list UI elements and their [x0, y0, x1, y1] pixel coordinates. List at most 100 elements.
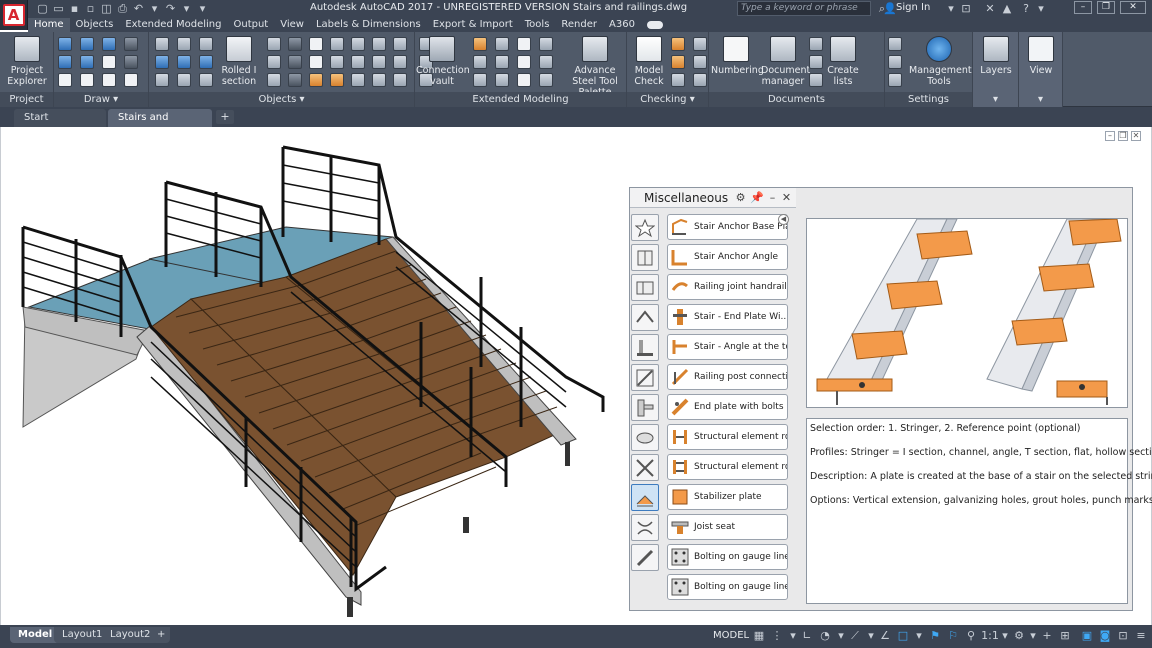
undo-icon[interactable]: ↶: [132, 2, 145, 15]
grid-holes-icon[interactable]: [372, 55, 386, 69]
restore-button[interactable]: ❐: [1097, 1, 1115, 14]
panel-title-checking[interactable]: Checking ▾: [627, 92, 708, 107]
annotation-monitor-icon[interactable]: +: [1040, 629, 1054, 643]
panel-title-draw[interactable]: Draw ▾: [54, 92, 148, 107]
tab-view[interactable]: View: [274, 18, 310, 32]
autodesk360-icon[interactable]: ▲: [1000, 2, 1014, 15]
cage-ladder-icon[interactable]: [495, 37, 509, 51]
weld-line-icon[interactable]: [393, 55, 407, 69]
grid-bolts-icon[interactable]: [351, 55, 365, 69]
quick-properties-icon[interactable]: ▣: [1080, 629, 1094, 643]
save-icon[interactable]: ▪: [68, 2, 81, 15]
object-snap-dropdown-icon[interactable]: ▾: [912, 629, 926, 643]
special-part-dropdown-icon[interactable]: [288, 73, 302, 87]
clash-report-icon[interactable]: [693, 37, 707, 51]
tool-end-plate-with-bolts[interactable]: End plate with bolts: [667, 394, 788, 420]
scale-dropdown-icon[interactable]: ▾: [998, 629, 1012, 643]
category-connections[interactable]: [631, 514, 659, 541]
viewport-close-icon[interactable]: ✕: [1131, 131, 1141, 141]
shorten-icon[interactable]: [330, 73, 344, 87]
category-truss[interactable]: [631, 304, 659, 331]
spiral-stair-icon[interactable]: [495, 73, 509, 87]
cart-icon[interactable]: ⊡: [959, 2, 973, 15]
drawing-process-icon[interactable]: [809, 55, 823, 69]
truss-icon[interactable]: [539, 55, 553, 69]
defaults-icon[interactable]: [888, 37, 902, 51]
spiral-icon[interactable]: [473, 73, 487, 87]
redo-icon[interactable]: ↷: [164, 2, 177, 15]
category-tube[interactable]: [631, 424, 659, 451]
tab-extended-modeling[interactable]: Extended Modeling: [119, 18, 227, 32]
settings-icon[interactable]: [888, 73, 902, 87]
document-manager-button[interactable]: Document manager: [761, 36, 810, 87]
isometric-drafting-icon[interactable]: ⟋: [848, 629, 862, 643]
tab-output[interactable]: Output: [227, 18, 274, 32]
hole-pattern-icon[interactable]: [393, 37, 407, 51]
signin-dropdown-icon[interactable]: ▾: [944, 2, 958, 15]
application-menu-button[interactable]: A: [0, 0, 28, 30]
category-miscellaneous[interactable]: [631, 484, 659, 511]
redo-dropdown-icon[interactable]: ▾: [180, 2, 193, 15]
polygon-icon[interactable]: [58, 73, 72, 87]
house-icon[interactable]: [517, 37, 531, 51]
sag-rod-icon[interactable]: [177, 73, 191, 87]
model-check-button[interactable]: Model Check: [631, 36, 667, 87]
shear-stud-icon[interactable]: [330, 55, 344, 69]
viewport-restore-icon[interactable]: ❐: [1118, 131, 1128, 141]
folded-plate-icon[interactable]: [267, 55, 281, 69]
ellipse-icon[interactable]: [80, 73, 94, 87]
tab-home[interactable]: Home: [28, 18, 70, 32]
check-list-icon[interactable]: [693, 73, 707, 87]
tool-railing-post-connection[interactable]: Railing post connection: [667, 364, 788, 390]
tool-stair-end-plate[interactable]: Stair - End Plate Wi...: [667, 304, 788, 330]
category-tools[interactable]: [631, 544, 659, 571]
merge-icon[interactable]: [199, 37, 213, 51]
arc-icon[interactable]: [102, 37, 116, 51]
tab-export-import[interactable]: Export & Import: [427, 18, 519, 32]
axis-icon[interactable]: [199, 73, 213, 87]
tool-structural-element-1[interactable]: Structural element ro...: [667, 424, 788, 450]
polyline-icon[interactable]: [58, 37, 72, 51]
construction-line-icon[interactable]: [80, 55, 94, 69]
portal-icon[interactable]: [495, 55, 509, 69]
drawing-area[interactable]: – ❐ ✕ Miscellaneous ⚙ 📌 – ✕ Stair Anchor…: [0, 127, 1152, 625]
clean-screen-icon[interactable]: ⊡: [1116, 629, 1130, 643]
web-mobile-icon[interactable]: ◫: [100, 2, 113, 15]
object-snap-icon[interactable]: □: [896, 629, 910, 643]
minimize-palette-icon[interactable]: –: [766, 191, 779, 204]
help-icon[interactable]: ?: [1019, 2, 1033, 15]
gear-icon[interactable]: ⚙: [734, 191, 747, 204]
plate-dropdown-icon[interactable]: [288, 37, 302, 51]
handrail-icon[interactable]: [539, 73, 553, 87]
tab-tools[interactable]: Tools: [519, 18, 556, 32]
notch-icon[interactable]: [393, 73, 407, 87]
split-icon[interactable]: [177, 37, 191, 51]
create-lists-button[interactable]: Create lists: [823, 36, 863, 87]
purlin-tool-icon[interactable]: [517, 73, 531, 87]
warehouse-icon[interactable]: [517, 55, 531, 69]
ribbon-minimize-toggle[interactable]: [646, 21, 663, 29]
layers-expand-button[interactable]: ▾: [973, 92, 1018, 107]
annotation-scale-value[interactable]: 1:1: [980, 629, 1000, 643]
snap-mode-icon[interactable]: ⋮: [770, 629, 784, 643]
category-plates[interactable]: [631, 244, 659, 271]
isolate-objects-icon[interactable]: ◙: [1098, 629, 1112, 643]
view-button[interactable]: View: [1023, 36, 1059, 76]
signin-user-icon[interactable]: 👤: [883, 2, 897, 15]
stair-icon[interactable]: [473, 37, 487, 51]
workspace-switching-icon[interactable]: ⚙: [1012, 629, 1026, 643]
tool-joist-seat[interactable]: Joist seat: [667, 514, 788, 540]
search-input[interactable]: Type a keyword or phrase: [737, 1, 871, 16]
dimension-icon[interactable]: [809, 73, 823, 87]
contour-icon[interactable]: [372, 73, 386, 87]
auto-scale-icon[interactable]: ⚐: [946, 629, 960, 643]
tab-render[interactable]: Render: [555, 18, 603, 32]
cylinder-solid-icon[interactable]: [309, 55, 323, 69]
sign-in-button[interactable]: Sign In: [896, 2, 930, 13]
category-beam-end[interactable]: [631, 274, 659, 301]
tab-start[interactable]: Start: [14, 109, 106, 127]
add-layout-button[interactable]: +: [152, 627, 171, 643]
circle-dropdown-icon[interactable]: [124, 55, 138, 69]
polar-tracking-icon[interactable]: ◔: [818, 629, 832, 643]
model-space-toggle[interactable]: MODEL: [713, 630, 749, 641]
